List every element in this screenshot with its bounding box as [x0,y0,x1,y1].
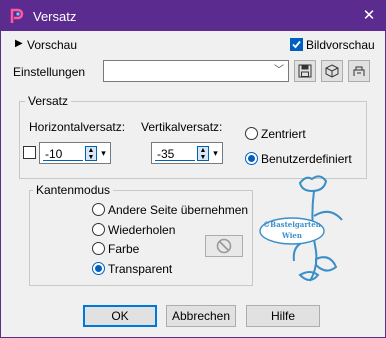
edge-option-label: Andere Seite übernehmen [108,203,249,217]
close-icon[interactable]: ✕ [359,6,379,26]
horizontal-offset-value: -10 [45,147,63,161]
manage-presets-icon[interactable] [348,60,370,82]
offset-group-label: Versatz [25,94,72,108]
horizontal-offset-spinner[interactable]: -10 ▲ ▼ ▾ [39,142,111,164]
watermark-logo: ©Bastelgarten Wien [259,175,343,282]
edge-option-radio[interactable] [92,203,105,216]
settings-label: Einstellungen [13,65,86,79]
settings-combo[interactable]: ﹀ [103,60,289,82]
edge-mode-group-label: Kantenmodus [33,183,114,197]
caret-down-icon[interactable]: ▾ [99,146,108,161]
spin-arrows-icon[interactable]: ▲ ▼ [85,146,97,161]
edge-option-radio[interactable] [92,262,105,275]
focus-underline [43,160,83,161]
image-preview-checkbox[interactable] [290,38,303,51]
color-swatch[interactable] [205,235,243,257]
chevron-down-icon: ﹀ [274,65,284,76]
centered-radio[interactable] [245,127,258,140]
dialog-window: Versatz ✕ ▶ Vorschau Bildvorschau Einste… [0,0,386,338]
checkmark-icon [292,40,301,49]
image-preview-label: Bildvorschau [306,38,375,52]
horizontal-offset-label: Horizontalversatz: [29,120,126,134]
vertical-offset-label: Vertikalversatz: [141,120,223,134]
window-title: Versatz [33,9,77,24]
app-logo-icon [10,8,24,23]
title-bar: Versatz ✕ [1,1,385,31]
focus-underline [155,160,195,161]
offset-link-checkbox[interactable] [23,146,36,159]
vertical-offset-value: -35 [157,147,175,161]
edge-option-label: Wiederholen [108,223,176,237]
no-color-icon [216,238,232,254]
user-defined-label: Benutzerdefiniert [261,152,352,166]
user-defined-radio[interactable] [245,152,258,165]
centered-label: Zentriert [261,127,306,141]
edge-option-radio[interactable] [92,242,105,255]
edge-option-label: Transparent [108,262,173,276]
expand-arrow-icon[interactable]: ▶ [15,38,23,49]
help-button[interactable]: Hilfe [246,305,320,327]
reset-cube-icon[interactable] [321,60,343,82]
edge-option-label: Farbe [108,242,140,256]
spin-arrows-icon[interactable]: ▲ ▼ [197,146,209,161]
watermark-line1: ©Bastelgarten [263,220,321,229]
caret-down-icon[interactable]: ▾ [211,146,220,161]
offset-group [19,101,367,179]
preview-toggle[interactable]: Vorschau [27,38,77,52]
cancel-button[interactable]: Abbrechen [166,305,236,327]
save-preset-icon[interactable] [294,60,316,82]
watermark-line2: Wien [281,231,302,240]
vertical-offset-spinner[interactable]: -35 ▲ ▼ ▾ [151,142,223,164]
edge-option-radio[interactable] [92,223,105,236]
ok-button[interactable]: OK [83,305,157,327]
